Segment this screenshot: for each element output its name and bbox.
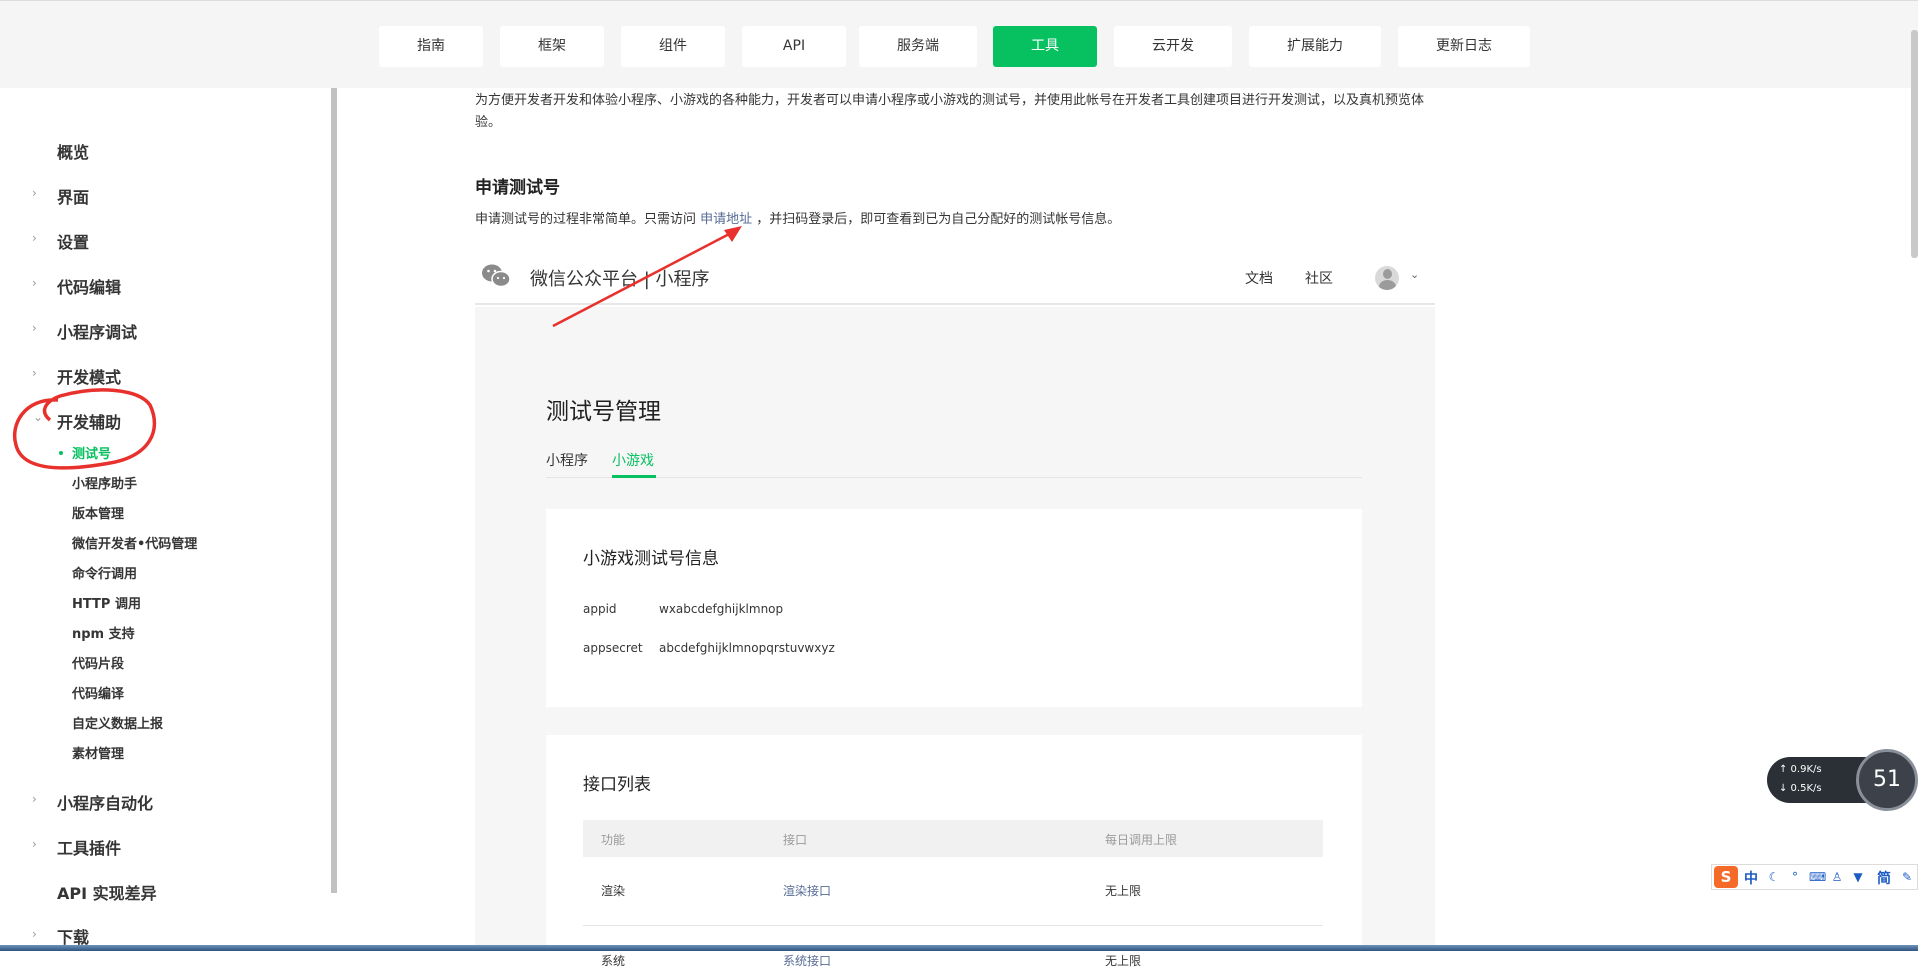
active-tab-indicator [612,475,656,478]
sidebar-subitem-assets[interactable]: 素材管理 [72,743,124,762]
table-cell-api-link[interactable]: 渲染接口 [783,882,831,899]
sidebar-item-dev-mode[interactable]: 开发模式 [57,364,121,388]
table-cell-limit: 无上限 [1105,954,1142,968]
wrench-icon[interactable]: ✎ [1900,870,1914,884]
apply-text-before: 申请测试号的过程非常简单。只需访问 [475,212,701,227]
appid-label: appid [583,602,617,616]
sidebar-item-settings[interactable]: 设置 [57,229,89,253]
chevron-right-icon: › [32,231,37,245]
sidebar-subitem-snippet[interactable]: 代码片段 [72,653,124,672]
embedded-screenshot: 微信公众平台 | 小程序 文档 社区 ⌄ 测试号管理 小程序 小游戏 小游戏测试… [475,250,1435,968]
sidebar-subitem-compile[interactable]: 代码编译 [72,683,124,702]
tab-api[interactable]: API [742,26,846,67]
tab-changelog[interactable]: 更新日志 [1398,26,1530,67]
sidebar [0,88,334,945]
active-dot-icon [59,451,63,455]
page-scrollbar[interactable] [1911,30,1918,258]
api-card-title: 接口列表 [583,775,651,795]
info-card-title: 小游戏测试号信息 [583,549,719,569]
page-title: 测试号管理 [546,399,661,425]
tab-cloud[interactable]: 云开发 [1114,26,1232,67]
shirt-icon[interactable]: ▼ [1851,870,1865,884]
table-cell-api-link[interactable]: 系统接口 [783,952,831,969]
sidebar-scrollbar[interactable] [331,88,337,893]
cpu-gauge[interactable]: 51 [1856,749,1918,811]
chevron-right-icon: › [32,927,37,941]
apply-description: 申请测试号的过程非常简单。只需访问 申请地址 ，并扫码登录后，即可查看到已为自己… [475,208,1120,227]
table-header: 功能 接口 每日调用上限 [583,820,1323,857]
chevron-right-icon: › [32,186,37,200]
chevron-right-icon: › [32,276,37,290]
column-header-api: 接口 [783,833,808,847]
sidebar-item-dev-assist[interactable]: 开发辅助 [57,409,121,433]
sidebar-subitem-version[interactable]: 版本管理 [72,503,124,522]
top-navigation: 指南 框架 组件 API 服务端 工具 云开发 扩展能力 更新日志 [0,0,1918,88]
user-icon[interactable]: ♙ [1830,870,1844,884]
chevron-right-icon: › [32,366,37,380]
tab-server[interactable]: 服务端 [859,26,977,67]
platform-header: 微信公众平台 | 小程序 文档 社区 ⌄ [475,250,1435,305]
sidebar-subitem-test-account[interactable]: 测试号 [72,443,111,462]
sidebar-item-overview[interactable]: 概览 [57,139,89,163]
sidebar-item-automation[interactable]: 小程序自动化 [57,790,153,814]
apply-text-after: ，并扫码登录后，即可查看到已为自己分配好的测试帐号信息。 [752,212,1121,227]
ime-toolbar: S 中 ☾ ° ⌨ ♙ ▼ 简 ✎ [1711,864,1918,890]
section-heading: 申请测试号 [475,178,560,198]
table-cell-func: 渲染 [601,884,626,898]
tab-extensions[interactable]: 扩展能力 [1249,26,1381,67]
column-header-limit: 每日调用上限 [1105,833,1178,847]
appsecret-value: abcdefghijklmnopqrstuvwxyz [659,641,835,655]
download-speed: ↓ 0.5K/s [1779,783,1822,794]
upload-speed: ↑ 0.9K/s [1779,764,1822,775]
moon-icon[interactable]: ☾ [1767,870,1781,884]
column-header-func: 功能 [601,833,626,847]
sidebar-item-plugins[interactable]: 工具插件 [57,835,121,859]
keyboard-icon[interactable]: ⌨ [1809,870,1826,884]
row-divider [583,925,1323,926]
info-card: 小游戏测试号信息 appid wxabcdefghijklmnop appsec… [546,509,1362,707]
sidebar-item-code-edit[interactable]: 代码编辑 [57,274,121,298]
avatar[interactable] [1375,266,1399,290]
chevron-down-icon: ⌄ [33,410,44,424]
sidebar-item-debug[interactable]: 小程序调试 [57,319,137,343]
ime-language[interactable]: 中 [1744,868,1758,888]
table-cell-limit: 无上限 [1105,884,1142,898]
api-card: 接口列表 功能 接口 每日调用上限 渲染 渲染接口 无上限 系统 系统接口 无上… [546,735,1362,968]
sidebar-subitem-http[interactable]: HTTP 调用 [72,593,141,612]
test-account-body: 测试号管理 小程序 小游戏 小游戏测试号信息 appid wxabcdefghi… [475,307,1435,968]
chevron-right-icon: › [32,321,37,335]
tab-mini-game[interactable]: 小游戏 [612,450,654,470]
sidebar-item-interface[interactable]: 界面 [57,184,89,208]
appid-value: wxabcdefghijklmnop [659,602,784,616]
table-cell-func: 系统 [601,954,626,968]
sidebar-subitem-assistant[interactable]: 小程序助手 [72,473,137,492]
chevron-right-icon: › [32,792,37,806]
appsecret-label: appsecret [583,641,643,655]
chevron-down-icon[interactable]: ⌄ [1410,268,1419,281]
ime-simplified[interactable]: 简 [1877,868,1891,888]
sidebar-subitem-custom-report[interactable]: 自定义数据上报 [72,713,163,732]
sidebar-subitem-npm[interactable]: npm 支持 [72,623,135,642]
tab-divider [546,477,1362,478]
tab-framework[interactable]: 框架 [500,26,604,67]
os-taskbar [0,945,1918,951]
wechat-logo-icon [482,264,511,288]
apply-link[interactable]: 申请地址 [700,212,752,227]
sidebar-subitem-cli[interactable]: 命令行调用 [72,563,137,582]
tab-guide[interactable]: 指南 [379,26,483,67]
chevron-right-icon: › [32,837,37,851]
docs-link[interactable]: 文档 [1245,268,1273,288]
sidebar-subitem-code-mgmt[interactable]: 微信开发者•代码管理 [72,533,197,552]
platform-brand: 微信公众平台 | 小程序 [530,269,710,290]
tab-tools[interactable]: 工具 [993,26,1097,67]
arrow-head-icon [724,226,742,242]
tab-mini-program[interactable]: 小程序 [546,450,588,470]
intro-paragraph: 为方便开发者开发和体验小程序、小游戏的各种能力，开发者可以申请小程序或小游戏的测… [475,93,1425,130]
punctuation-icon[interactable]: ° [1788,870,1802,884]
tab-components[interactable]: 组件 [621,26,725,67]
sogou-logo-icon[interactable]: S [1714,866,1738,888]
community-link[interactable]: 社区 [1305,268,1333,288]
sidebar-item-api-diff[interactable]: API 实现差异 [57,880,157,904]
